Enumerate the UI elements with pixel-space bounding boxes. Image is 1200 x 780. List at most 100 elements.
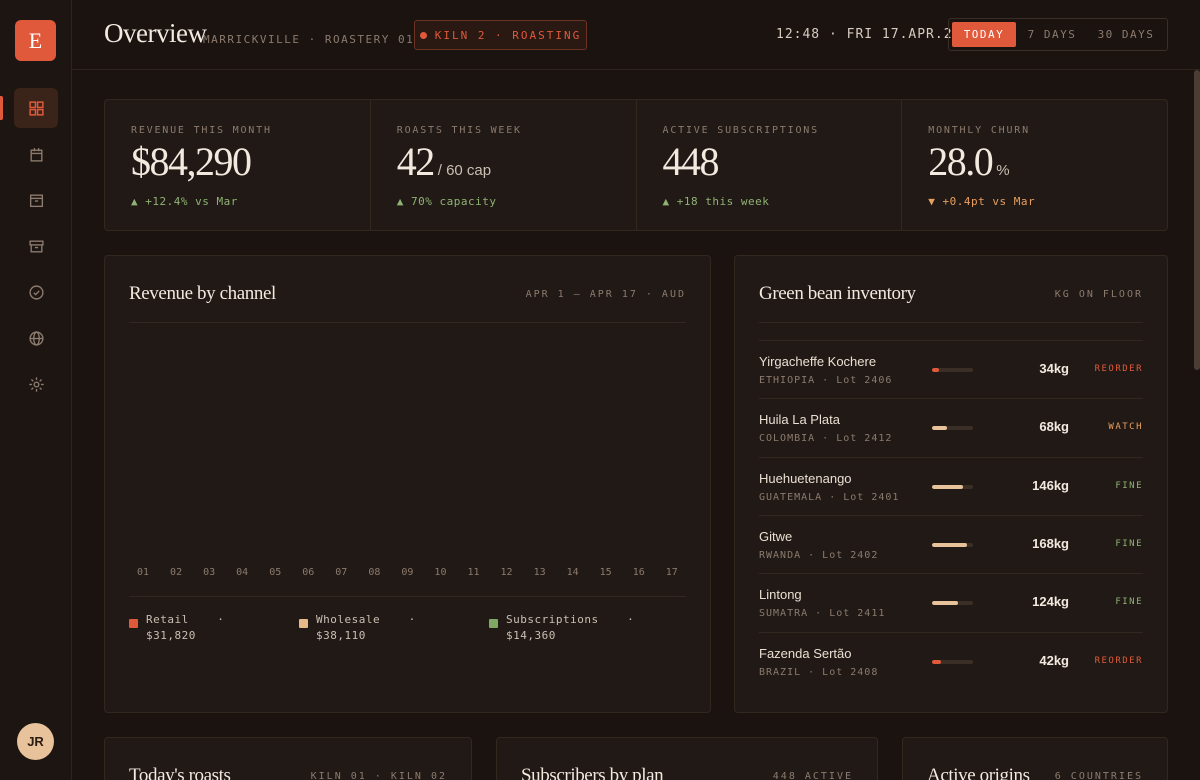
user-avatar[interactable]: JR bbox=[17, 723, 54, 760]
legend-amount: $31,820 bbox=[146, 629, 196, 642]
kpi-label: MONTHLY CHURN bbox=[928, 125, 1030, 136]
legend-separator: · bbox=[408, 613, 416, 626]
divider bbox=[129, 322, 686, 323]
kpi-subscriptions: ACTIVE SUBSCRIPTIONS 448 ▲ +18 this week bbox=[637, 100, 903, 230]
stock-quantity: 34kg bbox=[1039, 361, 1069, 376]
stock-level-bar bbox=[932, 426, 973, 431]
nav-roasts[interactable] bbox=[14, 134, 58, 174]
nav-orders[interactable] bbox=[14, 180, 58, 220]
kpi-value: 448 bbox=[662, 139, 720, 184]
panel-title: Revenue by channel bbox=[129, 283, 276, 304]
inventory-row[interactable]: Lintong SUMATRA · Lot 2411 124kg FINE bbox=[759, 573, 1143, 631]
page-header: Overview MARRICKVILLE · ROASTERY 01 KILN… bbox=[72, 0, 1200, 70]
chart-legend: Retail · $31,820 Wholesale · $38,110 Sub… bbox=[129, 612, 689, 652]
stock-status: REORDER bbox=[1094, 364, 1143, 374]
x-tick-label: 17 bbox=[665, 567, 678, 578]
nav-overview[interactable] bbox=[14, 88, 58, 128]
stock-status: FINE bbox=[1115, 597, 1143, 608]
stock-status: REORDER bbox=[1094, 655, 1143, 666]
kpi-strip: REVENUE THIS MONTH $84,290 ▲ +12.4% vs M… bbox=[104, 99, 1168, 231]
kpi-churn: MONTHLY CHURN 28.0% ▼ +0.4pt vs Mar bbox=[902, 100, 1167, 230]
x-tick-label: 04 bbox=[236, 567, 249, 578]
bean-origin: RWANDA · Lot 2402 bbox=[759, 549, 879, 561]
todays-roasts-panel: Today's roasts KILN 01 · KILN 02 bbox=[104, 737, 472, 780]
x-tick-label: 08 bbox=[368, 567, 381, 578]
nav-settings[interactable] bbox=[14, 364, 58, 404]
panel-meta: KILN 01 · KILN 02 bbox=[310, 771, 447, 780]
inventory-row[interactable]: Fazenda Sertão BRAZIL · Lot 2408 42kg REORD… bbox=[759, 631, 1143, 690]
legend-item-subscriptions[interactable]: Subscriptions · $14,360 bbox=[489, 612, 634, 644]
kpi-delta: ▲ 70% capacity bbox=[396, 195, 497, 208]
bean-name: Gitwe bbox=[759, 528, 793, 544]
kpi-delta: ▲ +12.4% vs Mar bbox=[131, 195, 238, 208]
divider bbox=[129, 596, 686, 597]
inventory-row[interactable]: Gitwe RWANDA · Lot 2402 168kg FINE bbox=[759, 514, 1143, 573]
legend-item-wholesale[interactable]: Wholesale · $38,110 bbox=[299, 612, 416, 644]
legend-name: Wholesale bbox=[316, 613, 381, 626]
stock-level-bar bbox=[932, 368, 973, 372]
stock-quantity: 124kg bbox=[1032, 594, 1069, 610]
range-30-days-button[interactable]: 30 DAYS bbox=[1088, 22, 1164, 47]
kpi-value: 28.0% bbox=[928, 139, 1010, 184]
bean-name: Huila La Plata bbox=[759, 412, 840, 428]
stock-level-fill bbox=[932, 426, 947, 431]
scrollbar-thumb[interactable] bbox=[1194, 70, 1200, 370]
kpi-value: $84,290 bbox=[131, 139, 252, 184]
check-circle-icon bbox=[28, 284, 44, 300]
kpi-revenue: REVENUE THIS MONTH $84,290 ▲ +12.4% vs M… bbox=[105, 100, 371, 230]
range-today-button[interactable]: TODAY bbox=[952, 22, 1016, 47]
legend-item-retail[interactable]: Retail · $31,820 bbox=[129, 612, 224, 644]
legend-separator: · bbox=[627, 613, 635, 626]
inventory-row[interactable]: Yirgacheffe Kochere ETHIOPIA · Lot 2406 34… bbox=[759, 340, 1143, 398]
range-7-days-button[interactable]: 7 DAYS bbox=[1016, 22, 1088, 47]
page-title: Overview bbox=[104, 18, 207, 48]
stock-level-fill bbox=[932, 542, 968, 547]
bean-name: Yirgacheffe Kochere bbox=[759, 354, 877, 369]
kpi-value: 42/ 60 cap bbox=[396, 139, 492, 184]
clock-readout: 12:48 · FRI 17.APR.26 bbox=[776, 27, 962, 42]
archive-icon bbox=[28, 239, 44, 253]
panel-meta: APR 1 — APR 17 · AUD bbox=[525, 289, 686, 300]
x-tick-label: 16 bbox=[632, 567, 645, 578]
stock-status: FINE bbox=[1115, 538, 1143, 549]
inventory-row[interactable]: Huehuetenango GUATEMALA · Lot 2401 146kg FI… bbox=[759, 456, 1143, 515]
x-tick-label: 06 bbox=[302, 567, 315, 578]
sidebar: E JR bbox=[0, 0, 72, 780]
globe-icon bbox=[28, 330, 44, 346]
revenue-by-channel-panel: Revenue by channel APR 1 — APR 17 · AUD … bbox=[104, 255, 711, 713]
grid-icon bbox=[28, 100, 44, 116]
nav-quality[interactable] bbox=[14, 272, 58, 312]
x-tick-label: 11 bbox=[467, 567, 480, 578]
panel-title: Today's roasts bbox=[129, 765, 231, 780]
bean-name: Lintong bbox=[759, 587, 802, 603]
bean-name: Fazenda Sertão bbox=[759, 645, 852, 661]
nav-inventory[interactable] bbox=[14, 226, 58, 266]
panel-title: Subscribers by plan bbox=[521, 765, 664, 780]
kiln-status-label: KILN 2 · ROASTING bbox=[434, 28, 582, 42]
chart-x-axis: 01 02 03 04 05 06 07 08 09 10 11 12 13 14 15 16 17 bbox=[129, 567, 686, 578]
stock-level-fill bbox=[932, 368, 940, 372]
brand-logo[interactable]: E bbox=[15, 20, 56, 61]
kpi-label: ROASTS THIS WEEK bbox=[396, 125, 522, 136]
x-tick-label: 10 bbox=[434, 567, 447, 578]
date-range-toggle: TODAY 7 DAYS 30 DAYS bbox=[948, 18, 1168, 51]
inventory-row[interactable]: Huila La Plata COLOMBIA · Lot 2412 68kg WAT… bbox=[759, 398, 1143, 456]
kiln-status-badge[interactable]: KILN 2 · ROASTING bbox=[414, 20, 587, 50]
legend-swatch bbox=[129, 619, 138, 628]
kpi-suffix: / 60 cap bbox=[437, 162, 492, 179]
x-tick-label: 02 bbox=[170, 567, 183, 578]
x-tick-label: 05 bbox=[269, 567, 282, 578]
legend-amount: $14,360 bbox=[506, 629, 556, 642]
gear-icon bbox=[28, 376, 44, 392]
stock-level-fill bbox=[932, 484, 963, 489]
calendar-icon bbox=[29, 147, 43, 162]
stock-level-bar bbox=[932, 484, 973, 489]
legend-name: Retail bbox=[146, 613, 189, 626]
x-tick-label: 13 bbox=[533, 567, 546, 578]
stock-quantity: 168kg bbox=[1032, 535, 1069, 551]
x-tick-label: 12 bbox=[500, 567, 513, 578]
legend-separator: · bbox=[217, 613, 225, 626]
stock-level-bar bbox=[932, 601, 973, 606]
nav-origins[interactable] bbox=[14, 318, 58, 358]
bean-origin: GUATEMALA · Lot 2401 bbox=[759, 491, 900, 503]
